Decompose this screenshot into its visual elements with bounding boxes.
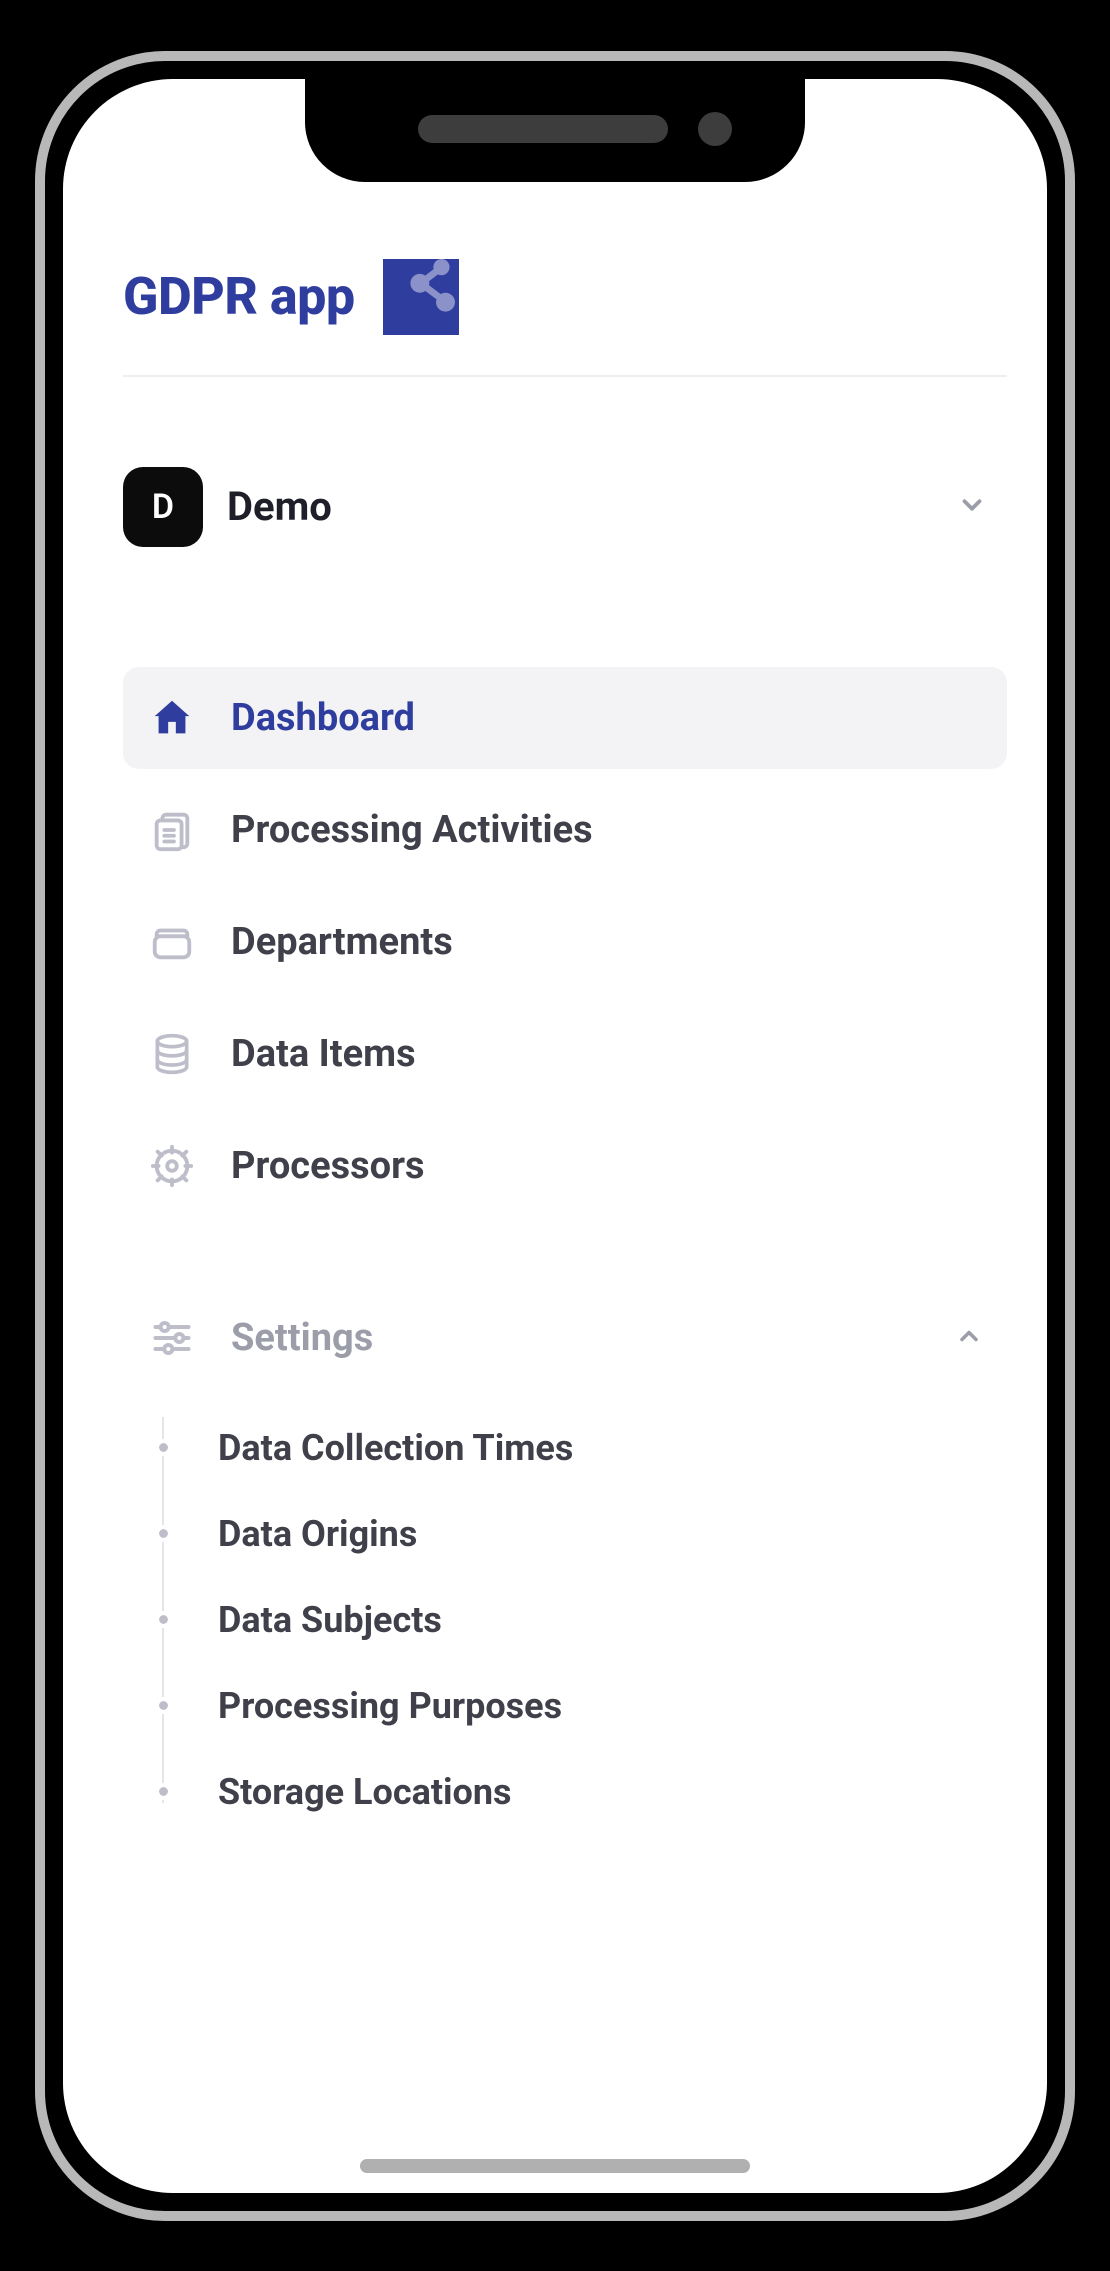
settings-item-data-origins[interactable]: Data Origins [159,1491,1007,1577]
front-camera [698,112,732,146]
nav-item-label: Processing Activities [231,808,593,852]
clipboard-icon [147,805,197,855]
primary-nav: Dashboard Processing Activities [123,667,1007,1217]
bullet-icon [159,1443,168,1452]
settings-item-label: Processing Purposes [218,1685,562,1727]
chevron-down-icon [957,490,987,524]
nav-item-departments[interactable]: Departments [123,891,1007,993]
settings-section: Settings Data Collection Times Data Orig… [123,1307,1007,1835]
nav-item-processors[interactable]: Processors [123,1115,1007,1217]
settings-item-storage-locations[interactable]: Storage Locations [159,1749,1007,1835]
workspace-badge: D [123,467,203,547]
workspace-selector[interactable]: D Demo [123,467,1007,547]
home-indicator[interactable] [360,2159,750,2173]
settings-item-data-subjects[interactable]: Data Subjects [159,1577,1007,1663]
bullet-icon [159,1701,168,1710]
bullet-icon [159,1787,168,1796]
nav-item-label: Processors [231,1144,425,1188]
nav-item-data-items[interactable]: Data Items [123,1003,1007,1105]
speaker [418,115,668,143]
nav-item-processing-activities[interactable]: Processing Activities [123,779,1007,881]
bullet-icon [159,1529,168,1538]
settings-item-label: Storage Locations [218,1771,512,1813]
nav-item-label: Data Items [231,1032,416,1076]
settings-item-label: Data Collection Times [218,1427,573,1469]
app-title: GDPR app [123,266,355,327]
header-divider [123,375,1007,377]
notch [305,79,805,182]
nav-item-label: Dashboard [231,696,415,740]
settings-item-label: Data Origins [218,1513,417,1555]
chevron-up-icon [955,1322,983,1354]
settings-label: Settings [231,1316,921,1360]
database-icon [147,1029,197,1079]
phone-frame: GDPR app D Demo [35,51,1075,2221]
screen: GDPR app D Demo [63,79,1047,2193]
home-icon [147,693,197,743]
settings-toggle[interactable]: Settings [123,1307,1007,1369]
app-logo-icon [383,259,459,335]
content-area: GDPR app D Demo [63,219,1047,2113]
gear-icon [147,1141,197,1191]
box-icon [147,917,197,967]
bullet-icon [159,1615,168,1624]
settings-item-data-collection-times[interactable]: Data Collection Times [159,1405,1007,1491]
sliders-icon [147,1313,197,1363]
settings-list: Data Collection Times Data Origins Data … [123,1405,1007,1835]
settings-item-label: Data Subjects [218,1599,442,1641]
nav-item-label: Departments [231,920,453,964]
nav-item-dashboard[interactable]: Dashboard [123,667,1007,769]
brand-row: GDPR app [123,259,1007,335]
workspace-name: Demo [227,483,933,530]
settings-item-processing-purposes[interactable]: Processing Purposes [159,1663,1007,1749]
